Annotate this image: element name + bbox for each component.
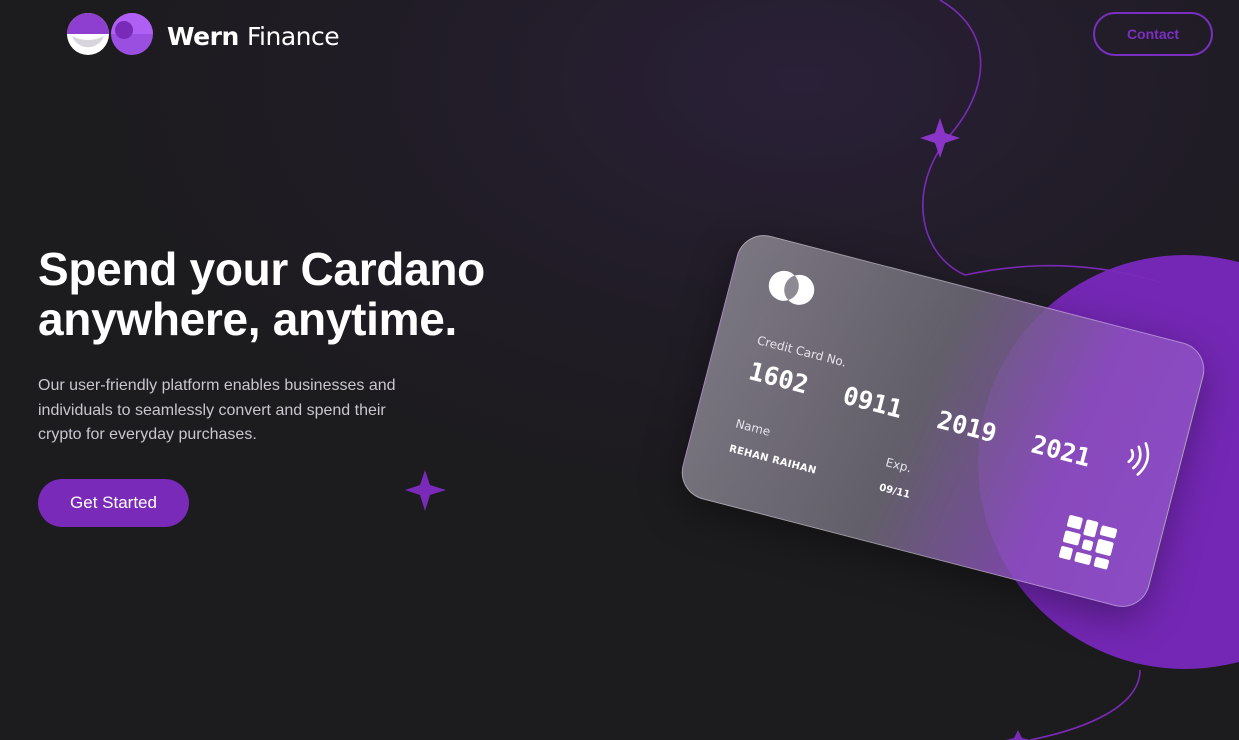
hero-headline: Spend your Cardano anywhere, anytime. [38,244,485,344]
hero-headline-line-1: Spend your Cardano [38,243,485,295]
hero-headline-line-2: anywhere, anytime. [38,293,457,345]
wern-logo-icon[interactable] [66,12,154,56]
contact-button[interactable]: Contact [1093,12,1213,56]
card-number: 1602 0911 2019 2021 [745,356,1094,473]
sparkle-icon [405,470,446,511]
card-exp-label: Exp. [884,455,913,476]
brand-name[interactable]: Wern Finance [167,20,340,54]
contactless-icon [1127,442,1150,476]
hero-description: Our user-friendly platform enables busin… [38,377,396,443]
card-network-logo-icon [768,270,815,305]
sparkle-icon [1006,730,1030,740]
card-holder-name: REHAN RAIHAN [727,443,818,477]
brand-name-secondary: Finance [247,22,340,51]
card-exp-date: 09/11 [877,482,912,501]
brand-name-primary: Wern [167,22,239,51]
get-started-button[interactable]: Get Started [38,479,189,527]
card-chip-icon [1058,515,1118,570]
sparkle-icon [920,118,960,158]
card-name-label: Name [734,416,772,439]
